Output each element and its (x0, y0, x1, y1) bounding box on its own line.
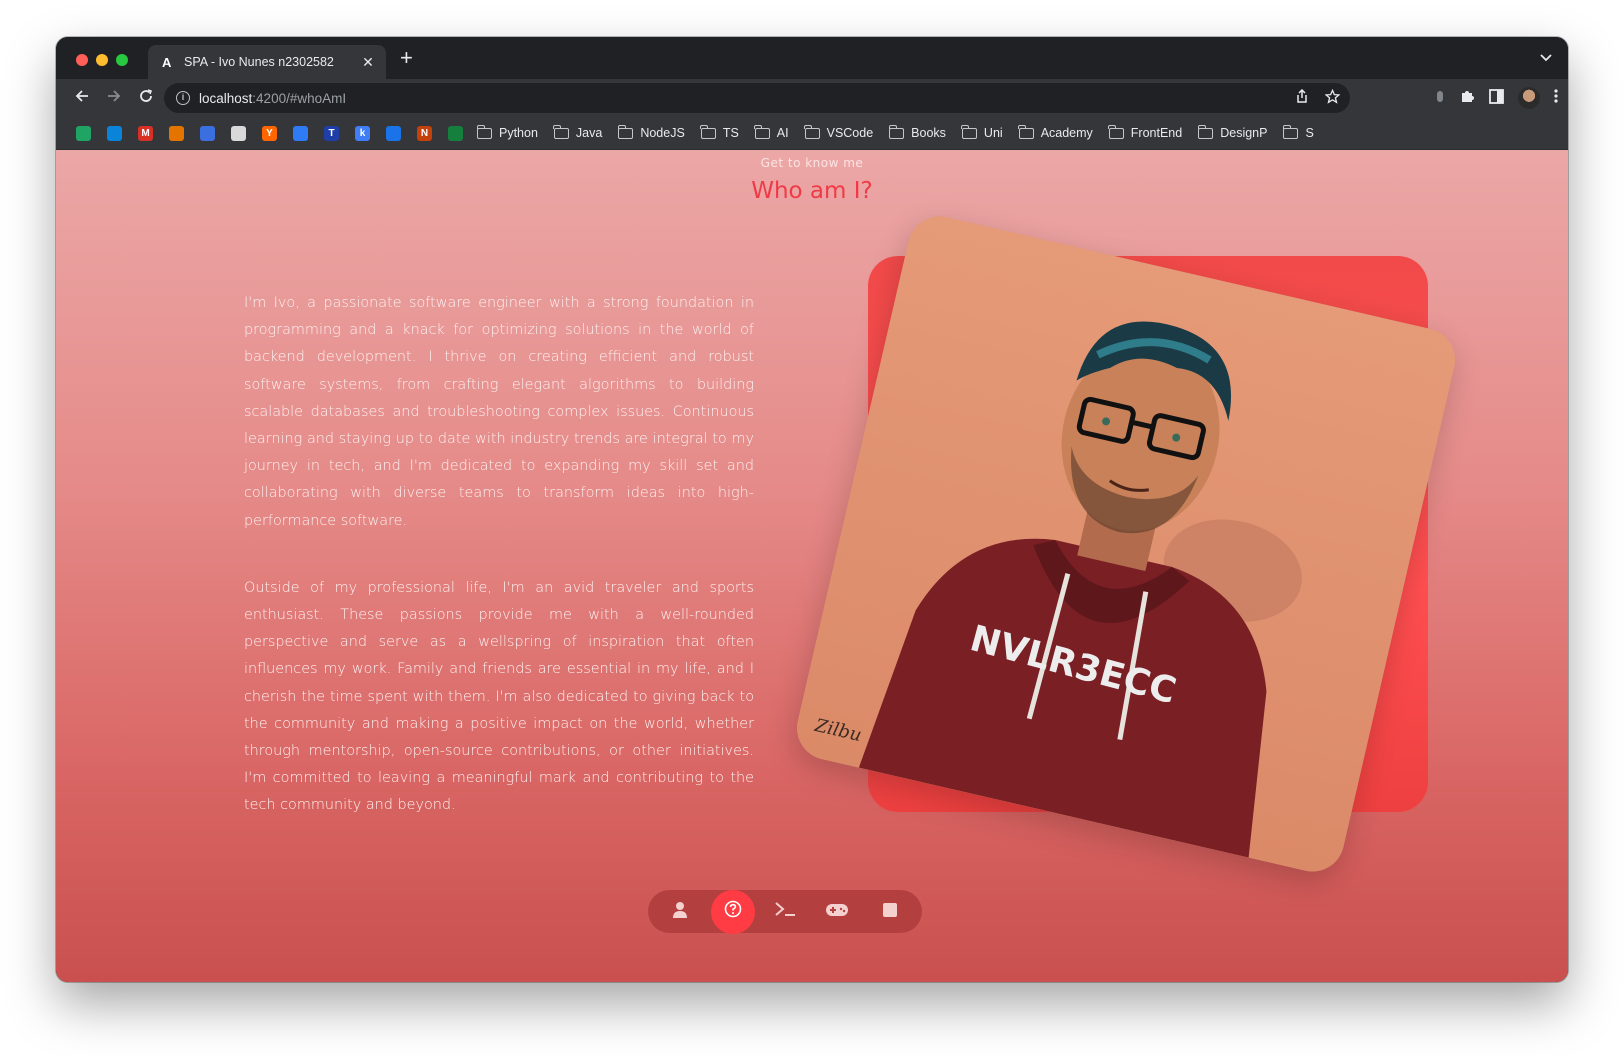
folder-icon (961, 124, 977, 139)
bookmark-folder[interactable]: Python (476, 124, 538, 140)
dock-about-button[interactable] (658, 890, 702, 934)
maximize-window-button[interactable] (116, 54, 128, 66)
tab-search-chevron-icon[interactable] (1540, 50, 1552, 65)
browser-toolbar: i localhost:4200/#whoAmI (56, 79, 1568, 117)
profile-avatar[interactable] (1518, 87, 1540, 109)
forward-arrow-icon[interactable] (98, 88, 130, 109)
bookmark-folder[interactable]: VSCode (804, 124, 874, 140)
bookmark-folder-label: Books (911, 126, 946, 140)
bookmark-folder-label: Academy (1040, 126, 1093, 140)
bookmark-favicon-icon[interactable] (169, 125, 184, 141)
section-eyebrow: Get to know me (760, 156, 864, 170)
bookmark-favicon-icon[interactable] (386, 125, 401, 141)
bookmark-folder[interactable]: Academy (1018, 124, 1093, 140)
folder-icon (888, 124, 905, 139)
bookmark-favicon-icon[interactable] (76, 125, 91, 141)
gamepad-icon (825, 902, 849, 922)
bio-text: I'm Ivo, a passionate software engineer … (244, 290, 754, 820)
folder-icon (1018, 124, 1034, 139)
tab-strip: A SPA - Ivo Nunes n2302582 ✕ + (56, 37, 1568, 79)
stop-square-icon (882, 902, 897, 922)
browser-window: A SPA - Ivo Nunes n2302582 ✕ + i localho… (56, 37, 1568, 982)
folder-icon (553, 124, 569, 139)
bookmark-favicon-icon[interactable] (200, 125, 215, 141)
bookmark-favicon-icon[interactable] (231, 125, 246, 141)
extension-icon[interactable] (1435, 88, 1445, 108)
bookmark-folder[interactable]: S (1282, 124, 1314, 140)
kebab-menu-icon[interactable] (1554, 88, 1558, 108)
bookmark-folder-label: TS (722, 126, 739, 140)
bookmark-folder[interactable]: Books (888, 124, 946, 140)
bookmark-favicon-icon[interactable]: M (138, 125, 153, 141)
bookmark-folder-label: S (1305, 126, 1314, 140)
user-icon (672, 901, 688, 923)
bookmark-favicon-icon[interactable]: Y (262, 125, 277, 141)
dock-games-button[interactable] (815, 890, 859, 934)
bookmark-folder[interactable]: Java (553, 124, 603, 140)
side-panel-icon[interactable] (1489, 88, 1504, 108)
folder-icon (754, 124, 770, 139)
address-bar[interactable]: i localhost:4200/#whoAmI (164, 83, 1350, 113)
question-circle-icon (724, 900, 742, 923)
extensions-puzzle-icon[interactable] (1459, 88, 1475, 108)
bookmark-favicon-icon[interactable]: T (324, 125, 339, 141)
bookmark-folder-label: Uni (983, 126, 1003, 140)
bio-paragraph-2: Outside of my professional life, I'm an … (244, 579, 754, 814)
folder-icon (1197, 124, 1214, 139)
bookmark-folder[interactable]: TS (700, 124, 739, 140)
reload-icon[interactable] (130, 88, 162, 109)
tab-close-icon[interactable]: ✕ (360, 54, 376, 71)
tab-active[interactable]: A SPA - Ivo Nunes n2302582 ✕ (148, 45, 386, 79)
bookmark-folder-label: VSCode (826, 126, 874, 140)
site-info-icon[interactable]: i (176, 91, 190, 105)
tab-title: SPA - Ivo Nunes n2302582 (184, 55, 334, 69)
bookmark-favicon-icon[interactable] (448, 125, 463, 141)
bookmark-folder-label: NodeJS (640, 126, 685, 140)
bookmark-star-icon[interactable] (1324, 88, 1341, 108)
bookmark-folder-label: Python (499, 126, 538, 140)
folder-icon (700, 124, 716, 139)
new-tab-button[interactable]: + (400, 47, 413, 69)
who-am-i-section: Get to know me Who am I? I'm Ivo, a pass… (56, 150, 1568, 982)
bookmark-folder[interactable]: Uni (961, 124, 1003, 140)
bookmark-folder-label: AI (776, 126, 789, 140)
close-window-button[interactable] (76, 54, 88, 66)
folder-icon (476, 124, 492, 139)
terminal-icon (774, 901, 796, 922)
bookmark-favicon-icon[interactable]: k (355, 125, 370, 141)
dock-whoami-button[interactable] (710, 889, 755, 934)
folder-icon (1282, 124, 1299, 139)
folder-icon (804, 124, 820, 139)
bookmark-folder-label: Java (575, 126, 603, 140)
dock-terminal-button[interactable] (763, 890, 807, 934)
bottom-dock-nav (648, 889, 922, 934)
bookmark-favicon-icon[interactable] (107, 125, 122, 141)
back-arrow-icon[interactable] (66, 88, 98, 109)
dock-stop-button[interactable] (868, 890, 912, 934)
angular-favicon-icon: A (162, 54, 172, 70)
bookmark-folder[interactable]: AI (754, 124, 789, 140)
url-text[interactable]: localhost:4200/#whoAmI (199, 91, 1279, 106)
minimize-window-button[interactable] (96, 54, 108, 66)
share-icon[interactable] (1295, 88, 1309, 108)
bookmark-favicon-icon[interactable]: N (417, 125, 432, 141)
bookmarks-bar: M Y Tk N Python Java NodeJS TS AI VSCode Books Uni A… (56, 117, 1568, 150)
bookmark-folder[interactable]: DesignP (1197, 124, 1268, 140)
folder-icon (1108, 124, 1124, 139)
bookmark-folder-label: FrontEnd (1130, 126, 1183, 140)
folder-icon (617, 124, 634, 139)
bookmark-folder[interactable]: NodeJS (617, 124, 685, 140)
bookmark-favicon-icon[interactable] (293, 125, 308, 141)
bookmark-folder-label: DesignP (1220, 126, 1268, 140)
bio-paragraph-1: I'm Ivo, a passionate software engineer … (244, 295, 754, 529)
page-title: Who am I? (751, 178, 873, 204)
bookmark-folder[interactable]: FrontEnd (1108, 124, 1183, 140)
